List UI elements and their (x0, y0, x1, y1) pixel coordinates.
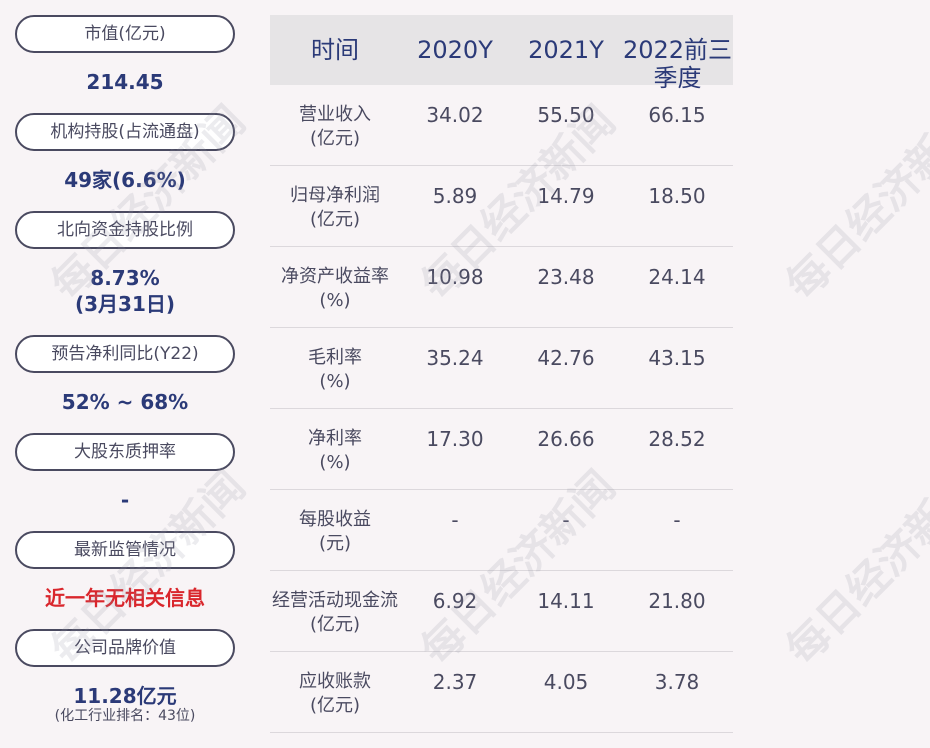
northbound-holding-date: (3月31日) (74, 292, 176, 316)
cell-value: 14.11 (537, 589, 595, 613)
header-2020y: 2020Y (417, 36, 493, 64)
table-header: 时间 2020Y 2021Y 2022前三季度 (270, 15, 733, 92)
row-label: 营业收入 (亿元) (299, 104, 371, 149)
cell-value: 24.14 (648, 265, 706, 289)
regulatory-status-value: 近一年无相关信息 (45, 586, 205, 610)
institutional-holding-value: 49家(6.6%) (64, 168, 186, 192)
table-row: 净资产收益率 (%) 10.98 23.48 24.14 (270, 247, 733, 328)
cell-value: 21.80 (648, 589, 706, 613)
cell-value: 23.48 (537, 265, 595, 289)
northbound-holding-percent: 8.73% (90, 266, 160, 290)
brand-value-rank: (化工行业排名：43位) (54, 708, 196, 724)
financial-table: 时间 2020Y 2021Y 2022前三季度 营业收入 (亿元) 34.02 5… (270, 15, 733, 733)
watermark: 每日经济新闻 (776, 96, 930, 310)
left-metrics-panel: 市值(亿元) 214.45 机构持股(占流通盘) 49家(6.6%) 北向资金持… (0, 0, 250, 748)
cell-value: - (451, 508, 459, 532)
market-cap-value: 214.45 (86, 70, 164, 94)
row-label: 应收账款 (亿元) (299, 671, 371, 716)
institutional-holding-label: 机构持股(占流通盘) (15, 113, 235, 151)
pledge-ratio-value: - (120, 488, 130, 512)
regulatory-status-label: 最新监管情况 (15, 531, 235, 569)
profit-forecast-label: 预告净利同比(Y22) (15, 335, 235, 373)
cell-value: 34.02 (426, 103, 484, 127)
market-cap-label: 市值(亿元) (15, 15, 235, 53)
row-label: 净资产收益率 (%) (281, 266, 389, 311)
header-2022q3: 2022前三季度 (622, 36, 733, 92)
table-row: 归母净利润 (亿元) 5.89 14.79 18.50 (270, 166, 733, 247)
cell-value: 17.30 (426, 427, 484, 451)
header-2021y: 2021Y (528, 36, 604, 64)
cell-value: 6.92 (432, 589, 478, 613)
table-row: 净利率 (%) 17.30 26.66 28.52 (270, 409, 733, 490)
row-label: 归母净利润 (亿元) (290, 185, 380, 230)
row-label: 净利率 (%) (308, 428, 362, 473)
brand-value-label: 公司品牌价值 (15, 629, 235, 667)
northbound-holding-value: 8.73% (3月31日) (0, 265, 250, 317)
cell-value: 43.15 (648, 346, 706, 370)
cell-value: 55.50 (537, 103, 595, 127)
table-row: 应收账款 (亿元) 2.37 4.05 3.78 (270, 652, 733, 733)
cell-value: - (562, 508, 570, 532)
table-row: 毛利率 (%) 35.24 42.76 43.15 (270, 328, 733, 409)
table-row: 营业收入 (亿元) 34.02 55.50 66.15 (270, 85, 733, 166)
header-time: 时间 (311, 36, 359, 64)
cell-value: 42.76 (537, 346, 595, 370)
cell-value: 28.52 (648, 427, 706, 451)
table-row: 每股收益 (元) - - - (270, 490, 733, 571)
brand-value-amount: 11.28亿元 (73, 684, 177, 708)
table-row: 经营活动现金流 (亿元) 6.92 14.11 21.80 (270, 571, 733, 652)
watermark: 每日经济新闻 (776, 461, 930, 675)
cell-value: 10.98 (426, 265, 484, 289)
cell-value: 66.15 (648, 103, 706, 127)
cell-value: 14.79 (537, 184, 595, 208)
cell-value: 5.89 (432, 184, 478, 208)
cell-value: 3.78 (654, 670, 700, 694)
cell-value: 35.24 (426, 346, 484, 370)
row-label: 每股收益 (元) (299, 509, 371, 554)
cell-value: 2.37 (432, 670, 478, 694)
cell-value: - (673, 508, 681, 532)
row-label: 毛利率 (%) (308, 347, 362, 392)
northbound-holding-label: 北向资金持股比例 (15, 211, 235, 249)
profit-forecast-value: 52% ~ 68% (61, 390, 189, 414)
row-label: 经营活动现金流 (亿元) (272, 590, 398, 635)
cell-value: 26.66 (537, 427, 595, 451)
brand-value: 11.28亿元 (化工行业排名：43位) (0, 683, 250, 723)
cell-value: 18.50 (648, 184, 706, 208)
cell-value: 4.05 (543, 670, 589, 694)
pledge-ratio-label: 大股东质押率 (15, 433, 235, 471)
